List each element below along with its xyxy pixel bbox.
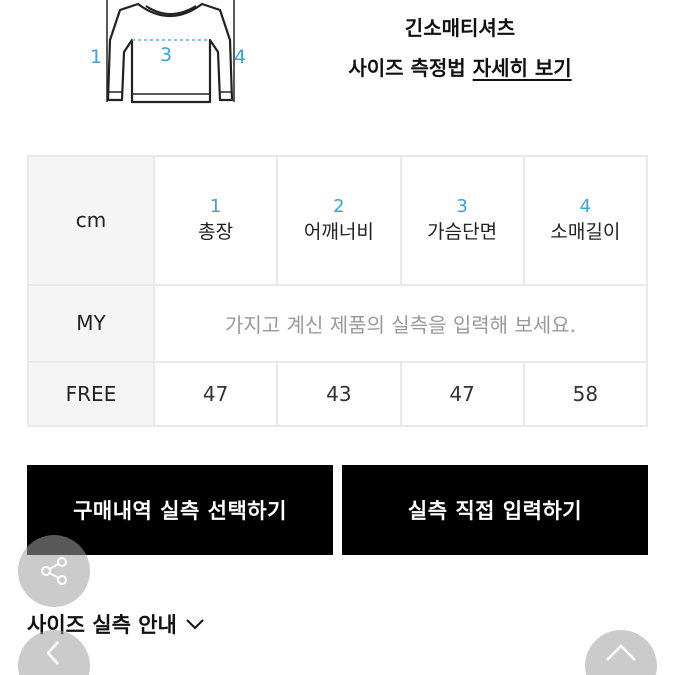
free-length-value: 47 bbox=[152, 360, 279, 428]
free-shoulder-value: 43 bbox=[276, 360, 402, 428]
measure-label-length: 1 bbox=[90, 46, 103, 68]
row-label-my: MY bbox=[27, 283, 155, 363]
free-sleeve-value: 58 bbox=[522, 360, 649, 428]
size-guide-detail-link[interactable]: 자세히 보기 bbox=[473, 56, 572, 80]
size-guide-heading: 사이즈 측정법 자세히 보기 bbox=[330, 52, 590, 81]
share-button[interactable] bbox=[18, 535, 90, 607]
measure-label-sleeve: 4 bbox=[234, 46, 247, 68]
column-number: 4 bbox=[579, 196, 592, 218]
table-row-my[interactable]: MY 가지고 계신 제품의 실측을 입력해 보세요. bbox=[27, 283, 648, 363]
chevron-down-icon bbox=[186, 619, 204, 630]
table-header-row: cm 1 총장 2 어깨너비 3 가슴단면 4 소매길이 bbox=[27, 155, 649, 286]
column-header-shoulder: 2 어깨너비 bbox=[276, 155, 402, 286]
free-chest-value: 47 bbox=[399, 360, 525, 428]
column-name: 소매길이 bbox=[550, 220, 621, 243]
column-number: 1 bbox=[209, 196, 222, 218]
row-label-free: FREE bbox=[27, 360, 155, 428]
size-table: cm 1 총장 2 어깨너비 3 가슴단면 4 소매길이 MY 가지고 계신 제… bbox=[27, 155, 649, 428]
my-size-input-prompt[interactable]: 가지고 계신 제품의 실측을 입력해 보세요. bbox=[153, 283, 648, 363]
scroll-top-button[interactable] bbox=[585, 630, 657, 675]
chevron-up-icon bbox=[606, 644, 636, 661]
size-guide-page: 1 3 4 긴소매티셔츠 사이즈 측정법 자세히 보기 cm 1 총장 2 어깨… bbox=[0, 0, 675, 675]
product-name: 긴소매티셔츠 bbox=[404, 16, 516, 40]
column-name: 어깨너비 bbox=[303, 220, 374, 243]
column-number: 3 bbox=[456, 196, 468, 218]
share-icon bbox=[41, 557, 67, 585]
column-name: 가슴단면 bbox=[427, 220, 498, 243]
column-number: 2 bbox=[333, 196, 345, 218]
my-size-hint: 가지고 계신 제품의 실측을 입력해 보세요. bbox=[225, 312, 576, 337]
size-guide-prefix: 사이즈 측정법 bbox=[348, 56, 466, 80]
column-header-chest: 3 가슴단면 bbox=[399, 155, 525, 286]
unit-header: cm bbox=[27, 155, 155, 286]
column-header-sleeve: 4 소매길이 bbox=[522, 155, 649, 286]
measure-label-chest: 3 bbox=[160, 44, 173, 66]
direct-measure-input-button[interactable]: 실측 직접 입력하기 bbox=[342, 465, 648, 555]
table-row-free: FREE 47 43 47 58 bbox=[27, 360, 649, 428]
column-name: 총장 bbox=[198, 220, 234, 243]
column-header-length: 1 총장 bbox=[152, 155, 279, 286]
chevron-left-icon bbox=[46, 641, 59, 665]
